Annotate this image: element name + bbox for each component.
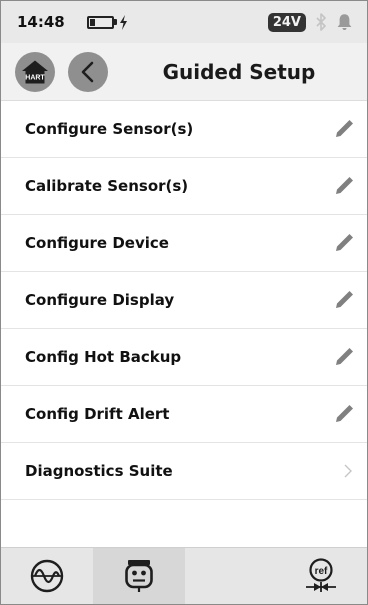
menu-item-label: Calibrate Sensor(s) (25, 177, 189, 195)
menu-item-configure-device[interactable]: Configure Device (1, 215, 367, 272)
bottom-bar: ref (1, 547, 367, 604)
back-arrow-icon (81, 61, 94, 83)
bluetooth-icon (316, 13, 326, 31)
clock: 14:48 (17, 13, 65, 31)
menu-item-diagnostics-suite[interactable]: Diagnostics Suite (1, 443, 367, 500)
home-button[interactable]: HART (15, 52, 55, 92)
header: HART Guided Setup (1, 43, 367, 101)
device-screen: 14:48 24V HART Guided Setup Configure Se… (0, 0, 368, 605)
pencil-icon (333, 403, 355, 425)
menu-item-label: Config Drift Alert (25, 405, 170, 423)
home-badge-text: HART (25, 75, 45, 82)
menu-item-label: Diagnostics Suite (25, 462, 173, 480)
menu-item-label: Configure Sensor(s) (25, 120, 194, 138)
device-status-icon (117, 554, 161, 598)
menu-item-label: Configure Display (25, 291, 175, 309)
menu-item-calibrate-sensors[interactable]: Calibrate Sensor(s) (1, 158, 367, 215)
home-icon: HART (22, 60, 48, 84)
pencil-icon (333, 289, 355, 311)
pencil-icon (333, 346, 355, 368)
status-bar: 14:48 24V (1, 1, 367, 43)
tab-device-status[interactable] (93, 548, 185, 604)
battery-charging-icon (86, 14, 128, 30)
pencil-icon (333, 118, 355, 140)
menu-item-config-drift-alert[interactable]: Config Drift Alert (1, 386, 367, 443)
menu-item-configure-sensors[interactable]: Configure Sensor(s) (1, 101, 367, 158)
waveform-icon (25, 554, 69, 598)
menu-item-label: Configure Device (25, 234, 169, 252)
tab-waveform[interactable] (1, 548, 93, 604)
voltage-badge: 24V (267, 12, 306, 32)
page-title: Guided Setup (162, 60, 316, 84)
menu-item-configure-display[interactable]: Configure Display (1, 272, 367, 329)
menu-item-label: Config Hot Backup (25, 348, 182, 366)
ref-icon: ref (299, 554, 343, 598)
pencil-icon (333, 175, 355, 197)
pencil-icon (333, 232, 355, 254)
ref-text: ref (315, 566, 328, 577)
back-button[interactable] (68, 52, 108, 92)
menu-item-config-hot-backup[interactable]: Config Hot Backup (1, 329, 367, 386)
menu-list: Configure Sensor(s) Calibrate Sensor(s) … (1, 101, 367, 500)
tab-ref[interactable]: ref (277, 548, 367, 604)
bell-icon (337, 14, 352, 30)
chevron-right-icon (341, 462, 355, 480)
